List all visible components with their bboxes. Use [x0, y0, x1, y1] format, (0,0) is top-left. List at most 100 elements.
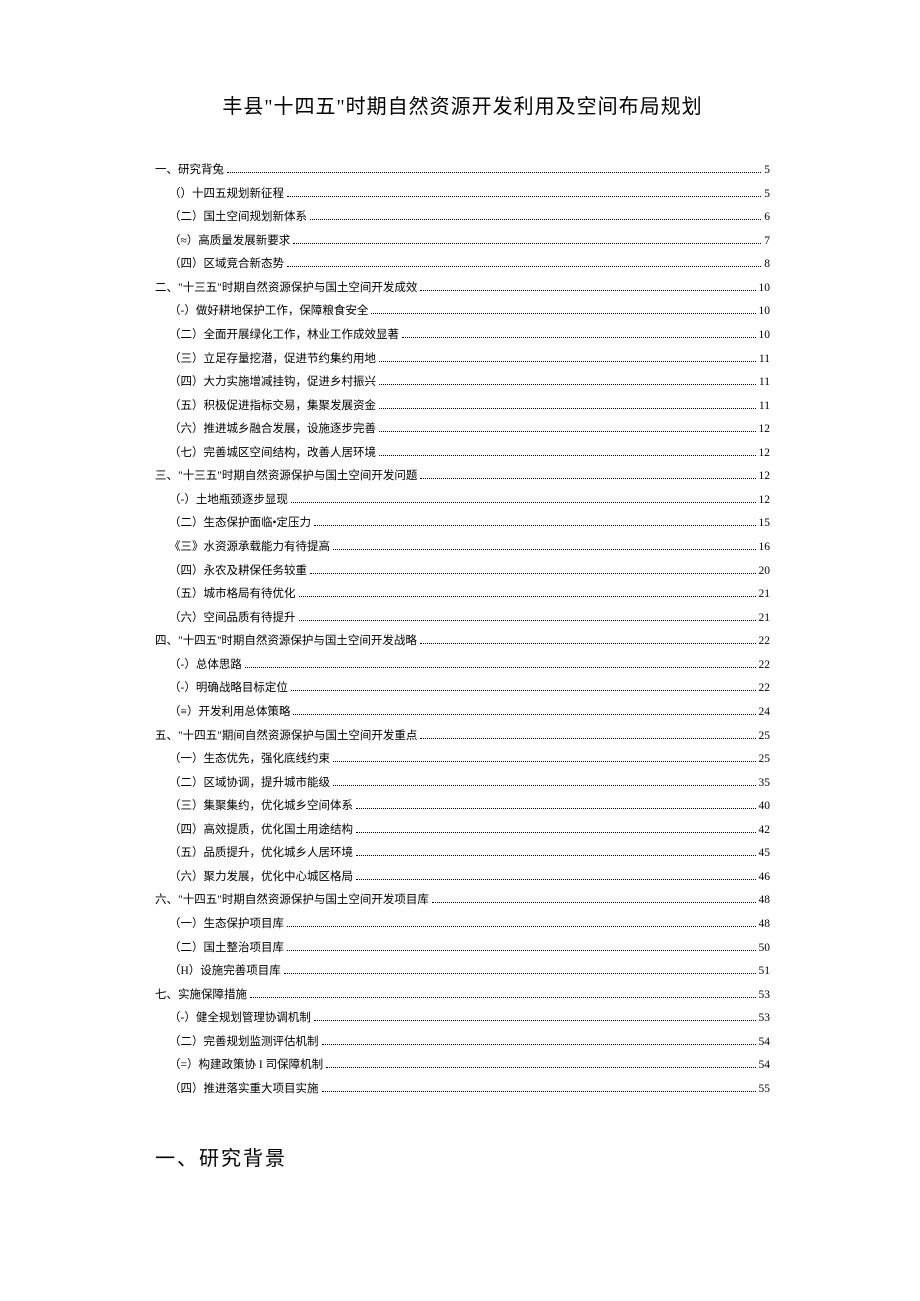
- toc-entry-page: 5: [764, 183, 770, 207]
- toc-entry-label: （五）积极促进指标交易，集聚发展资金: [169, 395, 376, 419]
- toc-entry-label: （四）永农及耕保任务较重: [169, 560, 307, 584]
- toc-entry-label: （七）完善城区空间结构，改善人居环境: [169, 442, 376, 466]
- toc-leader-dots: [310, 219, 761, 220]
- toc-leader-dots: [287, 950, 756, 951]
- toc-leader-dots: [333, 785, 756, 786]
- toc-entry-page: 20: [759, 560, 771, 584]
- toc-entry: 六、"十四五"时期自然资源保护与国土空间开发项目库48: [155, 889, 770, 913]
- toc-leader-dots: [299, 620, 756, 621]
- document-title: 丰县"十四五"时期自然资源开发利用及空间布局规划: [155, 90, 770, 119]
- toc-leader-dots: [379, 431, 756, 432]
- toc-entry: （五）品质提升，优化城乡人居环境45: [155, 842, 770, 866]
- toc-entry: （=）构建政策协 I 司保障机制54: [155, 1054, 770, 1078]
- toc-entry-page: 46: [759, 866, 771, 890]
- toc-leader-dots: [245, 667, 756, 668]
- toc-entry: （四）区域竞合新态势8: [155, 253, 770, 277]
- toc-entry: （二）全面开展绿化工作，林业工作成效显著 10: [155, 324, 770, 348]
- toc-entry-label: 七、实施保障措施: [155, 984, 247, 1008]
- toc-entry-page: 12: [759, 442, 771, 466]
- toc-leader-dots: [287, 926, 756, 927]
- toc-leader-dots: [356, 808, 756, 809]
- toc-entry: （二）完善规划监测评估机制 54: [155, 1031, 770, 1055]
- toc-entry: （≈）高质量发展新要求 7: [155, 230, 770, 254]
- toc-entry: 《三》水资源承载能力有待提高16: [155, 536, 770, 560]
- section-heading-1: 一、研究背景: [155, 1142, 770, 1171]
- toc-entry-label: （二）生态保护面临•定压力: [169, 512, 311, 536]
- toc-entry-label: （-）土地瓶颈逐步显现: [169, 489, 288, 513]
- toc-entry-page: 25: [759, 725, 771, 749]
- toc-entry-label: （三）立足存量挖潜，促进节约集约用地: [169, 348, 376, 372]
- toc-entry-page: 54: [759, 1054, 771, 1078]
- toc-entry: （三）集聚集约，优化城乡空间体系40: [155, 795, 770, 819]
- toc-entry-page: 10: [759, 324, 771, 348]
- toc-leader-dots: [250, 997, 756, 998]
- toc-leader-dots: [420, 643, 756, 644]
- toc-entry-page: 24: [759, 701, 771, 725]
- toc-leader-dots: [356, 879, 756, 880]
- toc-entry-label: （）十四五规划新征程: [169, 183, 284, 207]
- toc-entry: （-）总体思路22: [155, 654, 770, 678]
- toc-entry-page: 48: [759, 913, 771, 937]
- toc-entry-page: 25: [759, 748, 771, 772]
- toc-entry-page: 15: [759, 512, 771, 536]
- toc-entry-label: 三、"十三五"时期自然资源保护与国土空间开发问题: [155, 465, 417, 489]
- toc-entry-label: 二、"十三五"时期自然资源保护与国土空间开发成效: [155, 277, 417, 301]
- toc-leader-dots: [379, 361, 756, 362]
- toc-leader-dots: [287, 196, 761, 197]
- toc-entry-label: （H）设施完善项目库: [169, 960, 281, 984]
- toc-entry: （四）推进落实重大项目实施55: [155, 1078, 770, 1102]
- toc-entry: （六）空间品质有待提升21: [155, 607, 770, 631]
- toc-entry-label: （四）推进落实重大项目实施: [169, 1078, 319, 1102]
- toc-entry: （一）生态优先，强化底线约束 25: [155, 748, 770, 772]
- toc-entry-label: （-）总体思路: [169, 654, 242, 678]
- toc-entry: 五、"十四五"期间自然资源保护与国土空间开发重点 25: [155, 725, 770, 749]
- toc-entry-label: （五）城市格局有待优化: [169, 583, 296, 607]
- toc-leader-dots: [402, 337, 756, 338]
- toc-entry-page: 21: [759, 607, 771, 631]
- toc-entry-page: 45: [759, 842, 771, 866]
- toc-entry-page: 6: [764, 206, 770, 230]
- toc-entry-page: 12: [759, 489, 771, 513]
- toc-entry-label: 四、"十四五''时期自然资源保护与国土空间开发战略: [155, 630, 417, 654]
- toc-entry: （二）国土空间规划新体系 6: [155, 206, 770, 230]
- toc-entry-label: （四）高效提质，优化国土用途结构: [169, 819, 353, 843]
- toc-entry-label: （二）全面开展绿化工作，林业工作成效显著: [169, 324, 399, 348]
- toc-entry: （H）设施完善项目库51: [155, 960, 770, 984]
- toc-entry: （三）立足存量挖潜，促进节约集约用地11: [155, 348, 770, 372]
- toc-entry-page: 12: [759, 418, 771, 442]
- toc-leader-dots: [227, 172, 761, 173]
- toc-entry-label: 五、"十四五"期间自然资源保护与国土空间开发重点: [155, 725, 417, 749]
- toc-leader-dots: [326, 1067, 755, 1068]
- toc-entry: （-）土地瓶颈逐步显现 12: [155, 489, 770, 513]
- toc-entry-label: （-）明确战略目标定位: [169, 677, 288, 701]
- toc-entry-page: 7: [764, 230, 770, 254]
- toc-entry-page: 48: [759, 889, 771, 913]
- toc-leader-dots: [420, 290, 755, 291]
- toc-entry: （二）生态保护面临•定压力 15: [155, 512, 770, 536]
- toc-leader-dots: [379, 455, 756, 456]
- toc-entry-label: （四）区域竞合新态势: [169, 253, 284, 277]
- toc-leader-dots: [322, 1044, 756, 1045]
- toc-leader-dots: [299, 596, 756, 597]
- toc-leader-dots: [314, 1020, 756, 1021]
- toc-entry-page: 54: [759, 1031, 771, 1055]
- toc-entry: （一）生态保护项目库48: [155, 913, 770, 937]
- toc-entry-label: （一）生态优先，强化底线约束: [169, 748, 330, 772]
- toc-entry-page: 53: [759, 1007, 771, 1031]
- toc-entry-page: 10: [759, 277, 771, 301]
- toc-entry-label: （二）区域协调，提升城市能级: [169, 772, 330, 796]
- toc-entry-label: （二）国土空间规划新体系: [169, 206, 307, 230]
- toc-leader-dots: [310, 573, 756, 574]
- toc-entry-label: （二）完善规划监测评估机制: [169, 1031, 319, 1055]
- toc-entry-page: 16: [759, 536, 771, 560]
- toc-leader-dots: [432, 902, 756, 903]
- toc-entry-page: 40: [759, 795, 771, 819]
- toc-entry-page: 11: [759, 395, 770, 419]
- table-of-contents: 一、研究背兔5（）十四五规划新征程5（二）国土空间规划新体系6（≈）高质量发展新…: [155, 159, 770, 1102]
- toc-entry-label: （≈）高质量发展新要求: [169, 230, 290, 254]
- toc-entry-page: 42: [759, 819, 771, 843]
- toc-leader-dots: [291, 502, 756, 503]
- toc-entry-label: （-）做好耕地保护工作，保障粮食安全: [169, 300, 368, 324]
- toc-entry: （-）明确战略目标定位22: [155, 677, 770, 701]
- toc-entry-page: 21: [759, 583, 771, 607]
